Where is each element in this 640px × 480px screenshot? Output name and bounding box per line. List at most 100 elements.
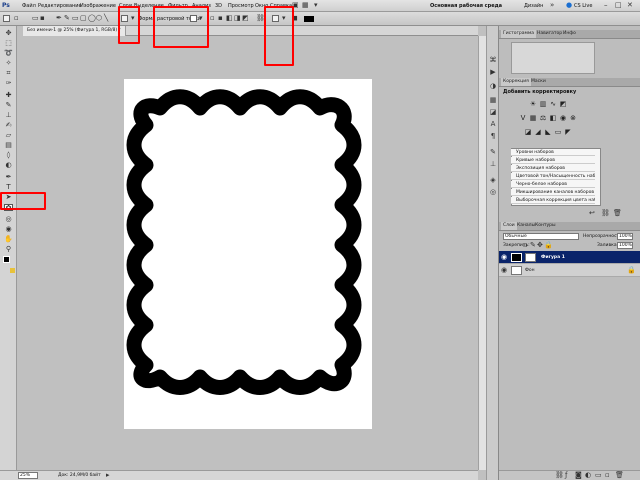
link-layers-icon[interactable]: ⛓ — [555, 472, 564, 479]
minimize-icon[interactable]: – — [604, 2, 608, 9]
tab-masks[interactable]: Маски — [529, 78, 548, 86]
foreground-color[interactable] — [3, 256, 10, 263]
tab-paths[interactable]: Контуры — [533, 222, 558, 230]
color-swatch[interactable] — [304, 16, 314, 22]
fill-field[interactable]: 100% — [617, 242, 633, 249]
visibility-eye-icon[interactable]: ◉ — [501, 254, 507, 261]
panel-trash-icon[interactable]: 🗑 — [613, 210, 622, 217]
eyedropper-tool-icon[interactable]: ✑ — [4, 80, 13, 87]
lasso-tool-icon[interactable]: ➰ — [4, 50, 13, 57]
menu-file[interactable]: Файл — [22, 3, 36, 9]
type-tool-icon[interactable]: T — [4, 184, 13, 191]
menu-edit[interactable]: Редактирование — [38, 3, 82, 9]
subtract-shape-icon[interactable]: ◧ — [226, 15, 233, 22]
preset-item[interactable]: Экспозиция наборов — [511, 165, 595, 172]
black-white-icon[interactable]: ◧ — [549, 114, 557, 122]
pen-tool-icon[interactable]: ✒ — [4, 174, 13, 181]
status-arrow-icon[interactable]: ▸ — [106, 472, 110, 479]
masks-panel-icon[interactable]: ◎ — [489, 188, 497, 196]
menu-image[interactable]: Изображение — [80, 3, 116, 9]
line-icon[interactable]: ╲ — [104, 15, 108, 22]
close-icon[interactable]: ✕ — [627, 2, 633, 9]
vibrance-icon[interactable]: V — [519, 114, 527, 122]
3d-panel-icon[interactable]: ◈ — [489, 176, 497, 184]
move-tool-icon[interactable]: ✥ — [4, 30, 13, 37]
healing-tool-icon[interactable]: ✚ — [4, 92, 13, 99]
brightness-icon[interactable]: ☀ — [529, 100, 537, 108]
brush-tool-icon[interactable]: ✎ — [4, 102, 13, 109]
zoom-tool-icon[interactable]: ⚲ — [4, 246, 13, 253]
tab-info[interactable]: Инфо — [561, 30, 578, 38]
fill-pixels-icon[interactable]: ▪ — [40, 15, 45, 22]
styles-panel-icon[interactable]: ◪ — [489, 108, 497, 116]
curves-icon[interactable]: ∿ — [549, 100, 557, 108]
lock-pixels-icon[interactable]: ✎ — [530, 242, 536, 249]
new-shape-layer-icon[interactable]: ▫ — [210, 15, 215, 22]
vertical-scrollbar[interactable] — [478, 36, 486, 470]
dodge-tool-icon[interactable]: ◐ — [4, 162, 13, 169]
opacity-field[interactable]: 100% — [617, 233, 633, 240]
polygon-icon[interactable]: ⬡ — [96, 15, 102, 22]
layer-name[interactable]: Фигура 1 — [541, 255, 565, 260]
preset-item[interactable]: Черно-белое наборов — [511, 181, 595, 188]
paths-icon[interactable]: ▭ — [32, 15, 39, 22]
exposure-icon[interactable]: ◩ — [559, 100, 567, 108]
cslive-label[interactable]: CS Live — [574, 3, 592, 9]
menu-3d[interactable]: 3D — [215, 3, 222, 9]
lock-transparency-icon[interactable]: ▫ — [523, 242, 528, 249]
levels-icon[interactable]: ▥ — [539, 100, 547, 108]
panel-clip-icon[interactable]: ⛓ — [601, 210, 610, 217]
threshold-icon[interactable]: ◣ — [544, 128, 552, 136]
blend-mode-select[interactable]: Обычные — [503, 233, 579, 240]
layer-style-icon[interactable]: ƒ — [565, 472, 567, 479]
freeform-pen-icon[interactable]: ✎ — [64, 15, 70, 22]
delete-layer-icon[interactable]: 🗑 — [615, 472, 624, 479]
zoom-field[interactable]: 25% — [18, 472, 38, 479]
workspace-more-icon[interactable]: » — [550, 2, 554, 9]
preset-item[interactable]: Цветовой тон/Насыщенность наборов — [511, 173, 595, 180]
layer-row-background[interactable]: ◉ Фон 🔒 — [499, 264, 640, 277]
ellipse-icon[interactable]: ◯ — [88, 15, 96, 22]
preset-item[interactable]: Кривые наборов — [511, 157, 595, 164]
posterize-icon[interactable]: ◢ — [534, 128, 542, 136]
document-canvas[interactable] — [124, 79, 372, 429]
add-shape-area-icon[interactable]: ▪ — [218, 15, 223, 22]
tool-preset-icon[interactable] — [3, 15, 10, 22]
gradient-tool-icon[interactable]: ▤ — [4, 142, 13, 149]
rounded-rect-icon[interactable]: ▢ — [80, 15, 87, 22]
intersect-shape-icon[interactable]: ◨ — [234, 15, 241, 22]
hue-sat-icon[interactable]: ▦ — [529, 114, 537, 122]
clone-panel-icon[interactable]: ⊥ — [489, 160, 497, 168]
lock-all-icon[interactable]: 🔒 — [544, 242, 553, 249]
hand-tool-icon[interactable]: ✋ — [4, 236, 13, 243]
color-panel-icon[interactable]: ◑ — [489, 82, 497, 90]
panel-return-icon[interactable]: ↩ — [589, 210, 595, 217]
tab-adjustments[interactable]: Коррекция — [501, 78, 531, 86]
menu-view[interactable]: Просмотр — [228, 3, 254, 9]
preset-item[interactable]: Выборочная коррекция цвета наборов — [511, 197, 595, 204]
eraser-tool-icon[interactable]: ▱ — [4, 132, 13, 139]
3d-rotate-tool-icon[interactable]: ◎ — [4, 216, 13, 223]
tab-navigator[interactable]: Навигатор — [535, 30, 564, 38]
blur-tool-icon[interactable]: ◊ — [4, 152, 13, 159]
stamp-tool-icon[interactable]: ⊥ — [4, 112, 13, 119]
visibility-eye-icon[interactable]: ◉ — [501, 267, 507, 274]
quick-select-tool-icon[interactable]: ✧ — [4, 60, 13, 67]
new-adjustment-icon[interactable]: ◐ — [585, 472, 591, 479]
layer-name[interactable]: Фон — [525, 268, 535, 273]
shape-layers-icon[interactable]: ▫ — [14, 15, 19, 22]
brush-panel-icon[interactable]: ✎ — [489, 148, 497, 156]
maximize-icon[interactable]: □ — [615, 2, 622, 9]
workspace-essentials[interactable]: Основная рабочая среда — [430, 3, 502, 9]
layer-row-shape[interactable]: ◉ Фигура 1 — [499, 251, 640, 264]
document-tab[interactable]: Без имени-1 @ 25% (Фигура 1, RGB/8) * — [23, 26, 126, 36]
preset-item[interactable]: Микширование каналов наборов — [511, 189, 595, 196]
new-group-icon[interactable]: ▭ — [595, 472, 602, 479]
character-panel-icon[interactable]: A — [489, 120, 497, 128]
swatches-panel-icon[interactable]: ▦ — [489, 96, 497, 104]
mini-bridge-icon[interactable]: ▦ — [302, 2, 309, 9]
preset-item[interactable]: Уровни наборов — [511, 149, 595, 156]
exclude-shape-icon[interactable]: ◩ — [242, 15, 249, 22]
rectangle-icon[interactable]: ▭ — [72, 15, 79, 22]
paragraph-panel-icon[interactable]: ¶ — [489, 132, 497, 140]
